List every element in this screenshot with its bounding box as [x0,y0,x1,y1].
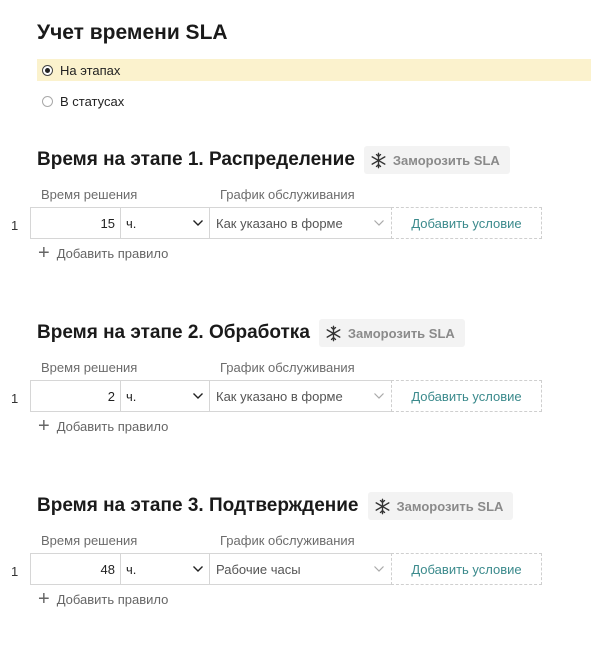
column-label-schedule: График обслуживания [220,533,355,548]
stage-header: Время на этапе 1. Распределение Заморози… [37,145,510,175]
chevron-down-icon [193,566,203,572]
rule-row-number: 1 [11,218,19,233]
unit-value: ч. [126,215,137,231]
snowflake-icon [375,498,389,514]
column-label-resolution-time: Время решения [41,187,138,202]
stage-header: Время на этапе 3. Подтверждение Заморози… [37,491,514,521]
chevron-down-icon [374,220,384,226]
unit-select[interactable]: ч. [121,207,210,239]
chevron-down-icon [374,566,384,572]
unit-value: ч. [126,388,137,404]
stage-section-1: Время на этапе 1. Распределение Заморози… [0,145,591,305]
add-rule-label: Добавить правило [56,418,169,434]
hours-input[interactable]: 15 [30,207,121,239]
add-condition-button[interactable]: Добавить условие [391,553,542,585]
freeze-sla-button[interactable]: Заморозить SLA [363,146,510,174]
radio-label: На этапах [60,62,121,78]
add-condition-label: Добавить условие [411,215,522,231]
hours-value: 2 [107,388,115,404]
rule-row-number: 1 [11,391,19,406]
stage-title: Время на этапе 2. Обработка [37,322,310,343]
schedule-select[interactable]: Как указано в форме [210,380,392,412]
chevron-down-icon [374,393,384,399]
add-condition-button[interactable]: Добавить условие [391,380,542,412]
radio-option-statuses[interactable]: В статусах [37,90,591,112]
unit-select[interactable]: ч. [121,380,210,412]
schedule-value: Рабочие часы [216,561,301,577]
stage-section-3: Время на этапе 3. Подтверждение Заморози… [0,491,591,651]
unit-select[interactable]: ч. [121,553,210,585]
add-rule-label: Добавить правило [56,245,169,261]
add-condition-button[interactable]: Добавить условие [391,207,542,239]
column-label-schedule: График обслуживания [220,360,355,375]
stage-header: Время на этапе 2. Обработка Заморозить S… [37,318,465,348]
freeze-sla-button[interactable]: Заморозить SLA [318,319,465,347]
column-label-resolution-time: Время решения [41,360,138,375]
add-rule-label: Добавить правило [56,591,169,607]
snowflake-icon [371,152,386,168]
freeze-sla-label: Заморозить SLA [396,498,504,514]
radio-label: В статусах [60,93,125,109]
radio-option-stages[interactable]: На этапах [37,59,591,81]
radio-checked-icon[interactable] [42,64,53,76]
radio-unchecked-icon[interactable] [42,95,53,107]
add-rule-button[interactable]: + Добавить правило [38,242,169,264]
freeze-sla-label: Заморозить SLA [392,152,500,168]
column-label-schedule: График обслуживания [220,187,355,202]
page-title: Учет времени SLA [37,21,228,44]
freeze-sla-label: Заморозить SLA [347,325,455,341]
schedule-value: Как указано в форме [216,388,343,404]
plus-icon: + [38,415,50,437]
stage-title: Время на этапе 3. Подтверждение [37,495,359,516]
stage-section-2: Время на этапе 2. Обработка Заморозить S… [0,318,591,478]
hours-input[interactable]: 2 [30,380,121,412]
add-rule-button[interactable]: + Добавить правило [38,415,169,437]
plus-icon: + [38,242,50,264]
rule-row-number: 1 [11,564,19,579]
schedule-value: Как указано в форме [216,215,343,231]
chevron-down-icon [193,220,203,226]
snowflake-icon [326,325,341,341]
add-condition-label: Добавить условие [411,561,522,577]
add-condition-label: Добавить условие [411,388,522,404]
hours-value: 15 [100,215,115,231]
schedule-select[interactable]: Рабочие часы [210,553,392,585]
column-label-resolution-time: Время решения [41,533,138,548]
chevron-down-icon [193,393,203,399]
add-rule-button[interactable]: + Добавить правило [38,588,169,610]
schedule-select[interactable]: Как указано в форме [210,207,392,239]
freeze-sla-button[interactable]: Заморозить SLA [367,492,514,520]
unit-value: ч. [126,561,137,577]
plus-icon: + [38,588,50,610]
stage-title: Время на этапе 1. Распределение [37,149,355,170]
hours-input[interactable]: 48 [30,553,121,585]
hours-value: 48 [100,561,115,577]
